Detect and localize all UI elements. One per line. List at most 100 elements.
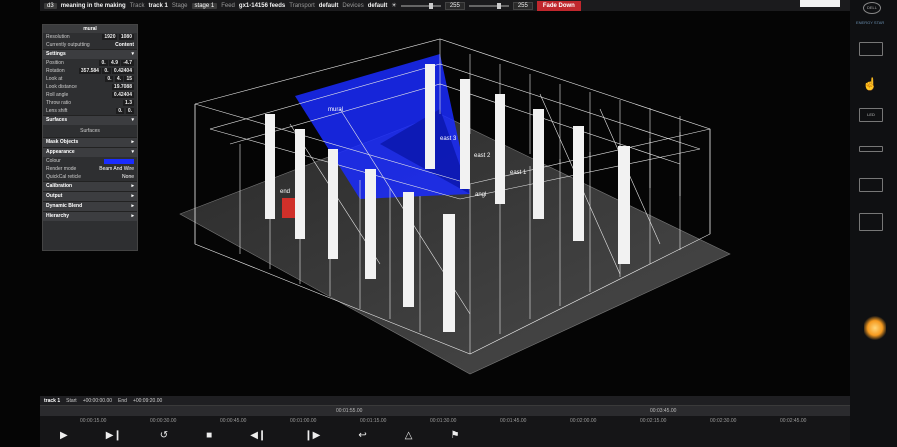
colour-swatch[interactable] bbox=[104, 158, 134, 164]
lookat-x-input[interactable]: 0. bbox=[105, 76, 114, 82]
calibration-section[interactable]: Calibration ▸ bbox=[43, 181, 137, 191]
level-slider-right[interactable] bbox=[468, 2, 509, 9]
lookdist-input[interactable]: 19.7088 bbox=[111, 84, 134, 90]
lens-b-input[interactable]: 0. bbox=[125, 108, 134, 114]
previous-icon[interactable]: ◀❙ bbox=[250, 430, 266, 441]
render-mode-select[interactable]: Beam And Wire bbox=[99, 166, 134, 172]
resolution-height-input[interactable]: 1080 bbox=[118, 34, 134, 40]
object-properties-panel: mural Resolution 1920 1080 Currently out… bbox=[42, 24, 138, 251]
brightness-icon: ☀ bbox=[391, 3, 397, 9]
stop-icon[interactable]: ■ bbox=[206, 430, 212, 441]
appearance-section[interactable]: Appearance ▾ bbox=[43, 147, 137, 157]
hierarchy-header: Hierarchy bbox=[46, 213, 70, 219]
scene-label-east-2[interactable]: east 2 bbox=[474, 153, 491, 159]
surfaces-button[interactable]: Surfaces bbox=[80, 128, 100, 134]
column bbox=[295, 129, 305, 239]
settings-section[interactable]: Settings ▾ bbox=[43, 49, 137, 59]
lens-a-input[interactable]: 0. bbox=[116, 108, 125, 114]
hierarchy-section[interactable]: Hierarchy ▸ bbox=[43, 211, 137, 221]
energy-rating-icon bbox=[859, 213, 883, 231]
scene-label-mural[interactable]: mural bbox=[328, 107, 343, 113]
lookdist-label: Look distance bbox=[46, 84, 77, 90]
return-icon[interactable]: ↩ bbox=[358, 430, 366, 441]
lookat-z-input[interactable]: 15 bbox=[124, 76, 134, 82]
loop-icon[interactable]: ↺ bbox=[160, 430, 168, 441]
position-z-input[interactable]: -4.7 bbox=[121, 60, 134, 66]
timeline-track[interactable]: 00:01:55.00 00:03:45.00 bbox=[40, 405, 850, 416]
devices-selector[interactable]: default bbox=[368, 3, 388, 9]
stage-3d-viewport[interactable]: mural east 3 east 2 east 1 angl end bbox=[140, 14, 840, 399]
top-right-panel bbox=[800, 0, 840, 7]
column bbox=[460, 79, 470, 189]
track-selector[interactable]: track 1 bbox=[148, 3, 167, 9]
surfaces-row: Surfaces bbox=[43, 125, 137, 137]
mask-header: Mask Objects bbox=[46, 139, 79, 145]
transport-controls: ▶ ▶❙ ↺ ■ ◀❙ ❙▶ ↩ △ ⚑ bbox=[40, 426, 850, 444]
rotation-a-input[interactable]: 357.584 bbox=[78, 68, 101, 74]
timeline-ruler[interactable]: 00:00:15.00 00:00:30.00 00:00:45.00 00:0… bbox=[40, 416, 850, 426]
fade-down-button[interactable]: Fade Down bbox=[536, 0, 581, 11]
power-led bbox=[864, 316, 886, 340]
play-section-icon[interactable]: ▶❙ bbox=[106, 430, 122, 441]
column bbox=[403, 192, 414, 307]
ruler-tick: 00:02:45.00 bbox=[780, 418, 807, 424]
next-icon[interactable]: ❙▶ bbox=[304, 430, 320, 441]
quickcal-select[interactable]: None bbox=[122, 174, 134, 180]
lookat-row: Look at 0. 4. 15 bbox=[43, 75, 137, 83]
throw-row: Throw ratio 1.3 bbox=[43, 99, 137, 107]
lens-row: Lens shift 0. 0. bbox=[43, 107, 137, 115]
displayport-label bbox=[859, 178, 883, 192]
position-x-input[interactable]: 0. bbox=[99, 60, 108, 66]
start-value[interactable]: +00:00:00.00 bbox=[83, 398, 112, 404]
start-label: Start bbox=[66, 397, 77, 404]
throw-input[interactable]: 1.3 bbox=[123, 100, 134, 106]
scene-label-angl[interactable]: angl bbox=[475, 192, 486, 198]
level-slider-left[interactable] bbox=[400, 2, 441, 9]
ruler-top-2: 00:03:45.00 bbox=[650, 408, 677, 414]
dynamic-blend-section[interactable]: Dynamic Blend ▸ bbox=[43, 201, 137, 211]
bezel-button[interactable] bbox=[859, 146, 883, 152]
project-name[interactable]: meaning in the making bbox=[61, 3, 126, 9]
throw-label: Throw ratio bbox=[46, 100, 72, 106]
scene-label-east-3[interactable]: east 3 bbox=[440, 136, 457, 142]
quickcal-label: QuickCal reticle bbox=[46, 174, 82, 180]
rotation-row: Rotation 357.584 0. 0.42404 bbox=[43, 67, 137, 75]
project-badge[interactable]: d3 bbox=[44, 2, 57, 9]
rotation-c-input[interactable]: 0.42404 bbox=[111, 68, 134, 74]
column bbox=[425, 64, 435, 169]
scene-label-end[interactable]: end bbox=[280, 189, 290, 195]
surfaces-section[interactable]: Surfaces ▾ bbox=[43, 115, 137, 125]
end-value[interactable]: +00:09:20.00 bbox=[133, 398, 162, 404]
ruler-tick: 00:02:00.00 bbox=[570, 418, 597, 424]
timeline-header: track 1 Start +00:00:00.00 End +00:09:20… bbox=[40, 396, 850, 405]
scene-label-east-1[interactable]: east 1 bbox=[510, 170, 527, 176]
transport-label: Transport bbox=[289, 2, 315, 9]
track-name[interactable]: track 1 bbox=[44, 398, 60, 404]
feed-label: Feed bbox=[221, 2, 235, 9]
metronome-icon[interactable]: △ bbox=[405, 430, 413, 441]
ruler-tick: 00:01:00.00 bbox=[290, 418, 317, 424]
output-value: Content bbox=[115, 42, 134, 48]
column bbox=[328, 149, 338, 259]
resolution-width-input[interactable]: 1920 bbox=[102, 34, 118, 40]
roll-row: Roll angle 0.42404 bbox=[43, 91, 137, 99]
lookat-y-input[interactable]: 4. bbox=[114, 76, 124, 82]
roll-label: Roll angle bbox=[46, 92, 69, 98]
colour-label: Colour bbox=[46, 158, 61, 164]
feed-selector[interactable]: gx1-14156 feeds bbox=[239, 3, 285, 9]
timeline-panel: track 1 Start +00:00:00.00 End +00:09:20… bbox=[40, 396, 850, 447]
column bbox=[533, 109, 544, 219]
play-icon[interactable]: ▶ bbox=[60, 430, 68, 441]
level-input-right[interactable]: 255 bbox=[512, 1, 533, 10]
column bbox=[618, 146, 630, 264]
bookmark-icon[interactable]: ⚑ bbox=[450, 430, 459, 441]
output-section[interactable]: Output ▸ bbox=[43, 191, 137, 201]
level-input-left[interactable]: 255 bbox=[444, 1, 465, 10]
rotation-b-input[interactable]: 0. bbox=[102, 68, 111, 74]
position-y-input[interactable]: 4.9 bbox=[109, 60, 120, 66]
roll-input[interactable]: 0.42404 bbox=[111, 92, 134, 98]
output-row: Currently outputting Content bbox=[43, 41, 137, 49]
transport-selector[interactable]: default bbox=[319, 3, 339, 9]
stage-selector[interactable]: stage 1 bbox=[191, 2, 218, 9]
mask-section[interactable]: Mask Objects ▸ bbox=[43, 137, 137, 147]
